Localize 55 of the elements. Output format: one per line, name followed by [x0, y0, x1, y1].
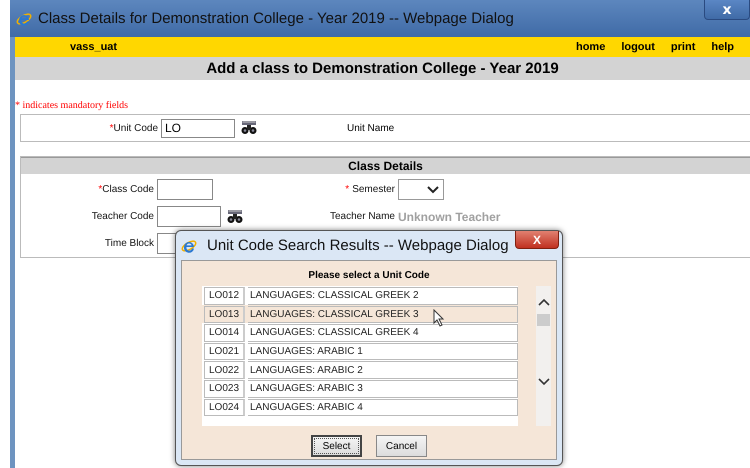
field-label: Unit Code [114, 122, 158, 134]
page-heading: Add a class to Demonstration College - Year 2019 [15, 57, 750, 80]
field-label: Semester [352, 184, 395, 195]
field-label: Teacher Code [92, 211, 154, 222]
field-label: Time Block [104, 238, 154, 249]
cancel-button[interactable]: Cancel [376, 435, 427, 457]
nav-link[interactable]: home [576, 41, 606, 53]
semester-dropdown[interactable] [398, 179, 444, 200]
close-button[interactable]: x [704, 0, 750, 20]
table-cell: LANGUAGES: CLASSICAL GREEK 4 [248, 324, 518, 342]
nav-link[interactable]: help [711, 41, 734, 53]
class-code-field[interactable] [157, 179, 213, 200]
table-cell: LANGUAGES: CLASSICAL GREEK 2 [248, 287, 518, 305]
scroll-up-icon[interactable] [538, 298, 550, 306]
table-cell: LANGUAGES: CLASSICAL GREEK 3 [248, 306, 518, 324]
result-row[interactable]: LO022 LANGUAGES: ARABIC 2 [202, 360, 518, 379]
field-label: Unit Name [347, 122, 394, 134]
table-cell: LANGUAGES: ARABIC 3 [248, 380, 518, 398]
table-cell: LO024 [204, 398, 245, 416]
scroll-down-icon[interactable] [538, 378, 550, 386]
teacher-name: Unknown Teacher [398, 210, 500, 224]
teacher-code-field[interactable] [157, 206, 221, 227]
mandatory-note: * indicates mandatory fields [15, 100, 130, 111]
scrollbar[interactable] [536, 286, 551, 426]
cursor-icon [433, 309, 445, 327]
binoculars-icon[interactable] [241, 121, 257, 135]
result-row[interactable]: LO024 LANGUAGES: ARABIC 4 [202, 398, 518, 416]
section-header: Class Details [21, 157, 750, 174]
unit-code-field[interactable]: LO [161, 118, 235, 138]
window-title: Class Details for Demonstration College - Year 2019 -- Webpage Dialog [38, 10, 514, 27]
select-button[interactable]: Select [311, 435, 362, 457]
result-row[interactable]: LO014 LANGUAGES: CLASSICAL GREEK 4 [202, 323, 518, 342]
close-button[interactable]: X [515, 231, 559, 249]
table-cell: LANGUAGES: ARABIC 1 [248, 342, 518, 360]
required-mark: * [110, 122, 114, 134]
prompt-text: Please select a Unit Code [307, 270, 431, 281]
result-row[interactable]: LO013 LANGUAGES: CLASSICAL GREEK 3 [202, 304, 518, 324]
username: vass_uat [70, 41, 118, 53]
chevron-down-icon [427, 186, 439, 194]
required-mark: * [345, 184, 350, 195]
required-mark: * [98, 184, 102, 195]
window-title: Unit Code Search Results -- Webpage Dialog [207, 237, 509, 254]
table-cell: LANGUAGES: ARABIC 4 [248, 398, 518, 416]
result-row[interactable]: LO021 LANGUAGES: ARABIC 1 [202, 342, 518, 360]
table-cell: LANGUAGES: ARABIC 2 [248, 361, 518, 379]
browser-icon [181, 238, 197, 254]
field-label: Teacher Name [330, 211, 395, 222]
field-label: Class Code [102, 184, 154, 195]
browser-icon [16, 10, 32, 26]
result-row[interactable]: LO023 LANGUAGES: ARABIC 3 [202, 378, 518, 398]
result-row[interactable]: LO012 LANGUAGES: CLASSICAL GREEK 2 [202, 286, 518, 305]
nav-link[interactable]: print [670, 41, 696, 53]
nav-link[interactable]: logout [621, 41, 655, 53]
scrollbar-thumb[interactable] [537, 314, 550, 326]
binoculars-icon[interactable] [227, 210, 243, 224]
